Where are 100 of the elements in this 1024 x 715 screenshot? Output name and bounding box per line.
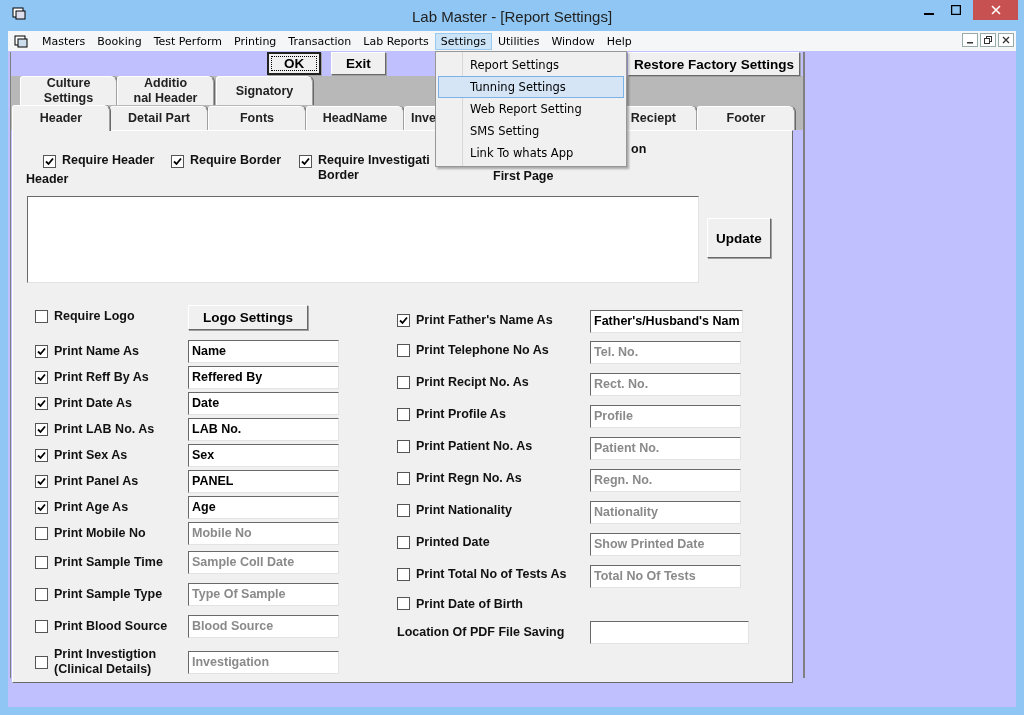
checkbox[interactable] <box>397 440 410 453</box>
checkbox[interactable] <box>299 155 312 168</box>
text-field[interactable]: Age <box>188 495 339 519</box>
checkbox[interactable] <box>397 597 410 610</box>
checkbox-label: Print Total No of Tests As <box>416 567 568 582</box>
checkbox[interactable] <box>397 314 410 327</box>
text-field[interactable]: LAB No. <box>188 417 339 441</box>
checkbox[interactable] <box>397 536 410 549</box>
field-label: Header <box>26 173 69 185</box>
checkbox-label: Print Age As <box>54 499 130 515</box>
tab[interactable]: Culture Settings <box>20 76 117 105</box>
tab[interactable]: Fonts <box>208 106 306 130</box>
field-label: Location Of PDF File Saving <box>397 624 566 640</box>
checkbox[interactable] <box>35 370 48 384</box>
checkbox-label: Require Border <box>190 153 281 168</box>
tab[interactable]: Detail Part <box>110 106 208 130</box>
text-field[interactable]: Investigation <box>188 650 339 674</box>
checkbox-label: Print Sex As <box>54 447 129 463</box>
checkbox[interactable] <box>35 655 48 669</box>
checkbox[interactable] <box>171 155 184 168</box>
checkbox[interactable] <box>35 422 48 436</box>
checkbox[interactable] <box>397 376 410 389</box>
tab[interactable]: HeadName <box>306 106 404 130</box>
minimize-icon <box>923 13 934 15</box>
toolbar-button[interactable]: Restore Factory Settings <box>628 52 800 76</box>
checkbox[interactable] <box>35 555 48 569</box>
checkbox-label: Require Logo <box>54 308 136 324</box>
checkbox-label: Print Regn No. As <box>416 471 523 486</box>
text-field[interactable]: Sex <box>188 443 339 467</box>
menu-item[interactable]: Printing <box>228 32 283 50</box>
checkbox-label: Print Date As <box>54 395 134 411</box>
checkbox-label: Print Sample Type <box>54 586 164 602</box>
checkbox-label: Print Profile As <box>416 407 507 422</box>
checkbox[interactable] <box>397 344 410 357</box>
menu-item[interactable]: Settings <box>434 32 492 50</box>
checkbox[interactable] <box>35 526 48 540</box>
checkbox-label: Print Patient No. As <box>416 439 534 454</box>
text-field[interactable]: PANEL <box>188 469 339 493</box>
text-field[interactable]: Father's/Husband's Nam <box>590 309 743 333</box>
close-icon <box>1002 36 1010 44</box>
tab[interactable]: Signatory <box>216 76 313 105</box>
header-text-field[interactable] <box>27 196 699 283</box>
checkbox-label: Print Recipt No. As <box>416 375 530 390</box>
menu-item[interactable]: Window <box>545 32 601 50</box>
checkbox-label: Print Nationality <box>416 503 513 518</box>
text-field[interactable]: Date <box>188 391 339 415</box>
checkbox-label: Print Name As <box>54 343 140 359</box>
text-field[interactable] <box>590 620 749 644</box>
checkbox[interactable] <box>397 568 410 581</box>
close-icon <box>990 5 1001 15</box>
window-title: Lab Master - [Report Settings] <box>411 7 613 25</box>
menu-item[interactable]: Help <box>600 32 638 50</box>
checkbox-label: Print Reff By As <box>54 369 150 385</box>
checkbox[interactable] <box>35 587 48 601</box>
restore-icon <box>984 36 992 44</box>
logo-settings-button[interactable]: Logo Settings <box>188 305 308 330</box>
toolbar-button[interactable]: Exit <box>331 52 386 75</box>
restore-button[interactable] <box>980 33 996 47</box>
checkbox-label: Print Date of Birth <box>416 597 524 612</box>
checkbox[interactable] <box>35 448 48 462</box>
menu-item[interactable]: Tunning Settings <box>438 76 624 98</box>
update-button[interactable]: Update <box>707 218 771 258</box>
checkbox[interactable] <box>397 504 410 517</box>
checkbox[interactable] <box>397 472 410 485</box>
tab[interactable]: Header <box>12 105 110 131</box>
text-field[interactable]: Show Printed Date <box>590 532 741 556</box>
checkbox-label: Print Mobile No <box>54 525 147 541</box>
checkbox-label: Print Blood Source <box>54 618 169 634</box>
checkbox[interactable] <box>35 309 48 323</box>
text-field[interactable]: Reffered By <box>188 365 339 389</box>
toolbar-button[interactable]: OK <box>267 52 321 75</box>
menu-item[interactable]: Booking <box>91 32 148 50</box>
tab[interactable]: Footer <box>697 106 795 130</box>
menu-item[interactable]: Masters <box>36 32 92 50</box>
text-field[interactable]: Name <box>188 339 339 363</box>
menu-item[interactable]: Link To whats App <box>438 142 624 164</box>
checkbox-label: Print Investigtion (Clinical Details) <box>54 647 158 677</box>
tab[interactable]: Additio nal Header <box>117 76 214 105</box>
checkbox[interactable] <box>397 408 410 421</box>
document-icon[interactable] <box>14 34 30 48</box>
checkbox[interactable] <box>35 344 48 358</box>
menu-item[interactable]: Report Settings <box>438 54 624 76</box>
menu-item[interactable]: Test Perform <box>147 32 229 50</box>
menu-item[interactable]: Transaction <box>282 32 358 50</box>
checkbox[interactable] <box>35 396 48 410</box>
menu-item[interactable]: Lab Reports <box>357 32 435 50</box>
checkbox-label: Print Father's Name As <box>416 313 554 328</box>
checkbox-label: Require Header <box>62 153 155 168</box>
menu-item[interactable]: Utilities <box>491 32 546 50</box>
checkbox[interactable] <box>35 500 48 514</box>
checkbox[interactable] <box>35 619 48 633</box>
text-field[interactable]: Patient No. <box>590 436 741 460</box>
checkbox[interactable] <box>43 155 56 168</box>
text-field[interactable]: Regn. No. <box>590 468 741 492</box>
text-field[interactable]: Nationality <box>590 500 741 524</box>
maximize-icon <box>950 5 961 15</box>
close-button[interactable] <box>998 33 1014 47</box>
checkbox-label: Print Telephone No As <box>416 343 550 358</box>
checkbox[interactable] <box>35 474 48 488</box>
minimize-button[interactable] <box>962 33 978 47</box>
